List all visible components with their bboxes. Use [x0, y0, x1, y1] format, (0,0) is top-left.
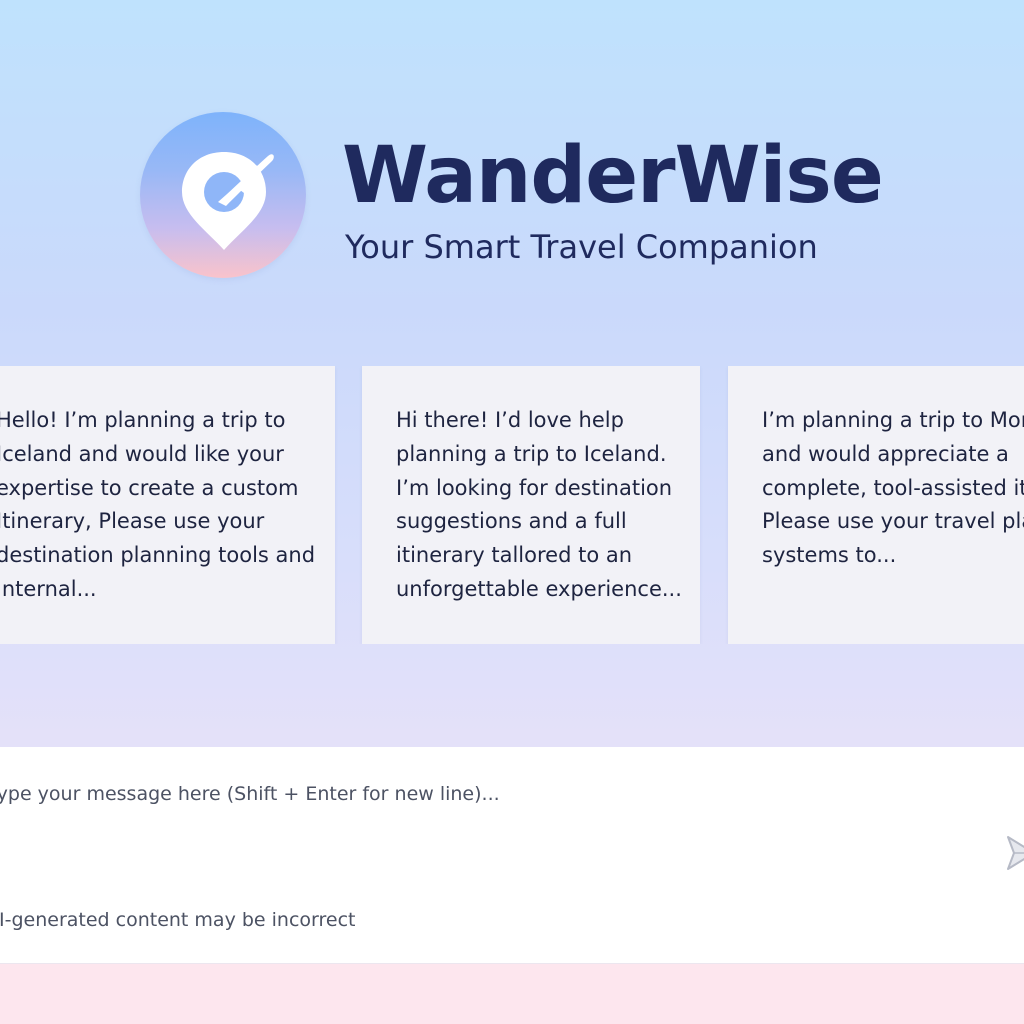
suggestion-card-text: Hello! I’m planning a trip to Iceland an…: [0, 408, 316, 601]
logo-glyph: [182, 152, 274, 250]
message-input[interactable]: [0, 775, 958, 855]
message-composer: AI-generated content may be incorrect: [0, 747, 1024, 964]
suggestion-card-text: Hi there! I’d love help planning a trip …: [396, 408, 682, 601]
suggestion-card[interactable]: Hello! I’m planning a trip to Iceland an…: [0, 366, 335, 644]
suggestion-card[interactable]: I’m planning a trip to Moro... and would…: [728, 366, 1024, 644]
footer-band: [0, 964, 1024, 1024]
suggestion-card-text: I’m planning a trip to Moro... and would…: [762, 408, 1024, 568]
app-title: WanderWise: [342, 131, 884, 221]
suggestion-cards: Hello! I’m planning a trip to Iceland an…: [0, 366, 1024, 644]
app-header: WanderWise Your Smart Travel Companion: [0, 0, 1024, 360]
paper-plane-send-icon: [1007, 836, 1024, 870]
app-tagline: Your Smart Travel Companion: [345, 228, 818, 266]
ai-disclaimer: AI-generated content may be incorrect: [0, 909, 356, 931]
map-pin-airplane-icon: [140, 112, 306, 278]
suggestion-card[interactable]: Hi there! I’d love help planning a trip …: [362, 366, 700, 644]
send-button[interactable]: [998, 831, 1024, 875]
